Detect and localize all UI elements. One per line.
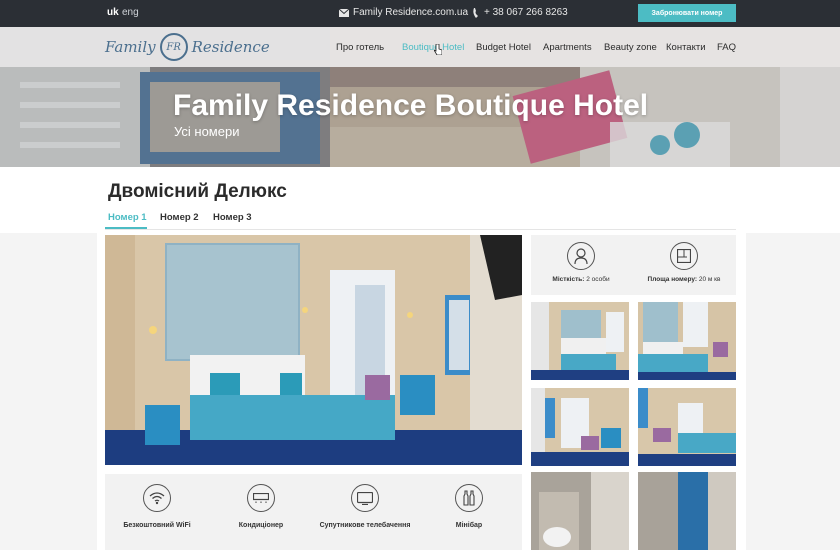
feature-air-conditioner: Кондиціонер [209, 484, 313, 529]
thumbnail-image [531, 472, 629, 550]
room-photo-image [105, 235, 522, 465]
feature-wifi: Безкоштовний WiFi [105, 484, 209, 529]
main-navbar: Family FR Residence Про готель Boutique … [0, 27, 840, 67]
feature-label: Супутникове телебачення [319, 522, 411, 529]
thumbnail-photo[interactable] [638, 472, 736, 550]
tv-icon [351, 484, 379, 512]
tabs-divider [105, 229, 736, 230]
envelope-icon [339, 8, 349, 17]
person-icon [567, 242, 595, 270]
hero-title: Family Residence Boutique Hotel [173, 89, 649, 122]
room-stats: Місткість: 2 особи Площа номеру: 20 м кв [531, 235, 736, 295]
nav-item-faq[interactable]: FAQ [717, 42, 736, 53]
thumbnail-image [638, 472, 736, 550]
phone-text: + 38 067 266 8263 [484, 7, 568, 18]
top-email[interactable]: Family Residence.com.ua [339, 7, 468, 18]
right-margin [746, 233, 840, 550]
top-phone[interactable]: + 38 067 266 8263 [473, 7, 568, 18]
phone-icon [473, 7, 478, 18]
wifi-icon [143, 484, 171, 512]
feature-label: Безкоштовний WiFi [123, 522, 191, 529]
tab-room-3[interactable]: Номер 3 [213, 212, 252, 223]
tab-room-2[interactable]: Номер 2 [160, 212, 199, 223]
lang-uk-link[interactable]: uk [107, 7, 119, 18]
nav-item-beauty-zone[interactable]: Beauty zone [604, 42, 657, 53]
logo-emblem-icon: FR [159, 33, 188, 61]
room-title: Двомісний Делюкс [108, 181, 287, 202]
capacity-text: Місткість: 2 особи [531, 276, 631, 283]
nav-item-apartments[interactable]: Apartments [543, 42, 592, 53]
nav-item-about[interactable]: Про готель [336, 42, 384, 53]
mouse-cursor-icon [434, 44, 442, 55]
feature-tv: Супутникове телебачення [313, 484, 417, 529]
logo-text-left: Family [105, 38, 156, 56]
nav-item-contacts[interactable]: Контакти [666, 42, 706, 53]
room-features: Безкоштовний WiFi Кондиціонер Супутников… [105, 474, 522, 550]
thumbnail-photo[interactable] [531, 388, 629, 466]
feature-label: Мінібар [455, 522, 483, 529]
hero-banner: Family FR Residence Про готель Boutique … [0, 27, 840, 167]
thumbnail-photo[interactable] [638, 302, 736, 380]
thumbnail-image [638, 388, 736, 466]
area-label: Площа номеру: [647, 276, 698, 283]
area-value: 20 м кв [698, 276, 721, 283]
logo-text-right: Residence [191, 38, 270, 56]
logo[interactable]: Family FR Residence [105, 31, 270, 63]
thumbnail-photo[interactable] [531, 472, 629, 550]
minibar-icon [455, 484, 483, 512]
air-conditioner-icon [247, 484, 275, 512]
tab-room-1[interactable]: Номер 1 [108, 212, 147, 223]
lang-en-link[interactable]: eng [122, 7, 139, 18]
top-bar: uk eng Family Residence.com.ua + 38 067 … [0, 0, 840, 27]
thumbnail-image [638, 302, 736, 380]
stat-capacity: Місткість: 2 особи [531, 242, 631, 283]
nav-item-budget-hotel[interactable]: Budget Hotel [476, 42, 531, 53]
thumbnail-image [531, 302, 629, 380]
stat-area: Площа номеру: 20 м кв [634, 242, 734, 283]
book-room-button[interactable]: Забронювати номер [638, 4, 736, 22]
thumbnail-image [531, 388, 629, 466]
logo-emblem-text: FR [166, 41, 181, 53]
main-room-photo[interactable] [105, 235, 522, 465]
capacity-value: 2 особи [586, 276, 610, 283]
floor-plan-icon [670, 242, 698, 270]
active-tab-underline [105, 227, 147, 229]
left-margin [0, 233, 97, 550]
feature-minibar: Мінібар [417, 484, 521, 529]
thumbnail-photo[interactable] [638, 388, 736, 466]
thumbnail-photo[interactable] [531, 302, 629, 380]
email-text: Family Residence.com.ua [353, 7, 469, 18]
feature-label: Кондиціонер [238, 522, 284, 529]
hero-subtitle[interactable]: Усі номери [174, 124, 239, 139]
capacity-label: Місткість: [552, 276, 585, 283]
area-text: Площа номеру: 20 м кв [634, 276, 734, 283]
